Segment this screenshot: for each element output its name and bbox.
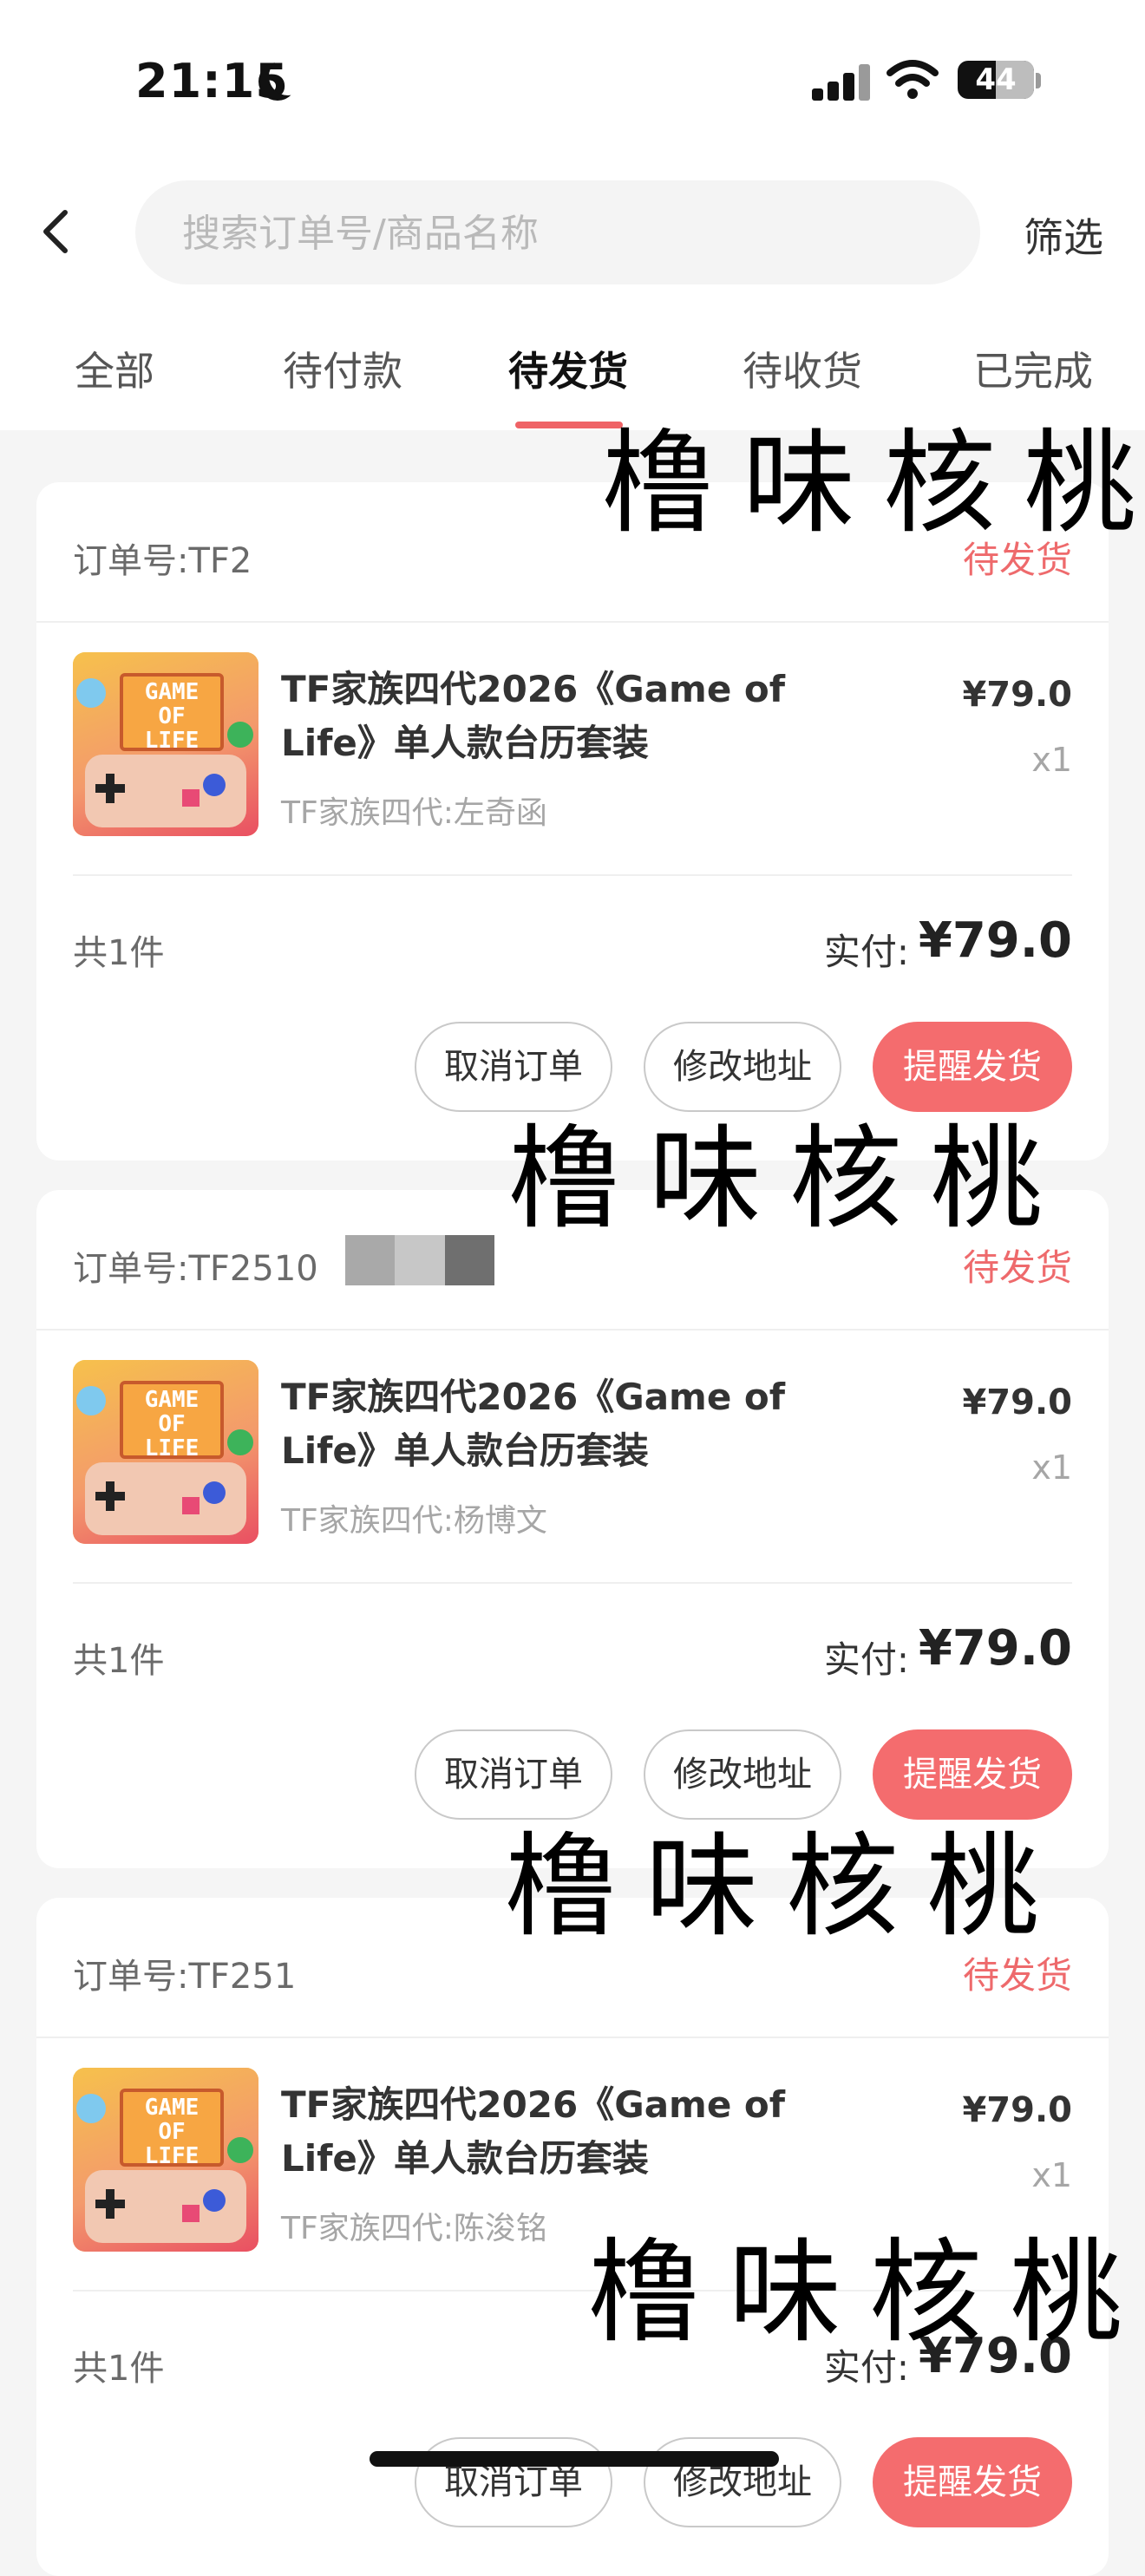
- unit-price: ¥79.0: [962, 2090, 1072, 2130]
- chevron-left-icon: [43, 210, 68, 253]
- dpad-icon: [95, 774, 125, 803]
- order-number: 订单号:TF2: [73, 541, 252, 581]
- thumbnail-title: GAME OF LIFE: [120, 673, 224, 753]
- item-count: 共1件: [73, 1641, 165, 1681]
- remind-shipment-button[interactable]: 提醒发货: [873, 2437, 1072, 2527]
- wifi-icon: [887, 60, 939, 99]
- quantity: x1: [1031, 2156, 1072, 2194]
- product-thumbnail[interactable]: GAME OF LIFE: [73, 652, 258, 836]
- product-variant: TF家族四代:杨博文: [281, 1503, 547, 1539]
- order-card: 订单号:TF2510 待发货 GAME OF LIFE TF家族四代2026《Gam…: [36, 1190, 1109, 1868]
- product-title[interactable]: TF家族四代2026《Game of Life》单人款台历套装: [281, 2078, 802, 2186]
- paid-amount: ¥79.0: [918, 912, 1072, 969]
- tab-completed[interactable]: 已完成: [973, 340, 1093, 397]
- dpad-icon: [95, 1481, 125, 1511]
- quantity: x1: [1031, 741, 1072, 779]
- paid-amount: ¥79.0: [918, 1620, 1072, 1677]
- watermark: 橹味核桃: [588, 2226, 1145, 2358]
- home-indicator[interactable]: [370, 2451, 779, 2467]
- quantity: x1: [1031, 1448, 1072, 1487]
- back-button[interactable]: [29, 201, 82, 262]
- watermark: 橹味核桃: [508, 1113, 1071, 1245]
- divider: [36, 621, 1109, 623]
- order-card: 订单号:TF2 待发货 GAME OF LIFE TF家族四代2026《Game o…: [36, 482, 1109, 1161]
- paid-label: 实付:: [823, 931, 909, 973]
- tab-pending-payment[interactable]: 待付款: [283, 340, 402, 397]
- unit-price: ¥79.0: [962, 1383, 1072, 1422]
- search-input[interactable]: [180, 180, 965, 286]
- search-bar[interactable]: [135, 180, 980, 286]
- watermark: 橹味核桃: [505, 1821, 1068, 1952]
- product-thumbnail[interactable]: GAME OF LIFE: [73, 2068, 258, 2252]
- thumbnail-title: GAME OF LIFE: [120, 1381, 224, 1461]
- paid-label: 实付:: [823, 1638, 909, 1681]
- order-number: 订单号:TF251: [73, 1957, 297, 1997]
- unit-price: ¥79.0: [962, 675, 1072, 715]
- thumbnail-title: GAME OF LIFE: [120, 2089, 224, 2168]
- item-count: 共1件: [73, 2349, 165, 2389]
- filter-button[interactable]: 筛选: [1024, 206, 1103, 264]
- dpad-icon: [95, 2189, 125, 2219]
- moon-icon: [269, 57, 307, 95]
- tab-all[interactable]: 全部: [75, 340, 154, 397]
- product-variant: TF家族四代:陈浚铭: [281, 2211, 547, 2246]
- divider: [36, 2037, 1109, 2038]
- status-time: 21:15: [135, 54, 289, 108]
- item-count: 共1件: [73, 933, 165, 973]
- product-title[interactable]: TF家族四代2026《Game of Life》单人款台历套装: [281, 1370, 802, 1478]
- product-variant: TF家族四代:左奇函: [281, 795, 547, 831]
- tab-pending-receipt[interactable]: 待收货: [743, 340, 862, 397]
- product-title[interactable]: TF家族四代2026《Game of Life》单人款台历套装: [281, 663, 802, 770]
- redacted-mosaic: [345, 1235, 494, 1285]
- battery-level: 44: [975, 62, 1017, 97]
- divider: [36, 1329, 1109, 1330]
- battery-nub: [1036, 73, 1041, 88]
- cellular-signal-icon: [812, 62, 873, 101]
- divider: [73, 1582, 1072, 1584]
- battery-icon: 44: [958, 61, 1034, 99]
- order-number: 订单号:TF2510: [73, 1249, 318, 1289]
- divider: [73, 874, 1072, 876]
- watermark: 橹味核桃: [602, 417, 1145, 549]
- product-thumbnail[interactable]: GAME OF LIFE: [73, 1360, 258, 1544]
- tab-pending-shipment[interactable]: 待发货: [508, 340, 628, 397]
